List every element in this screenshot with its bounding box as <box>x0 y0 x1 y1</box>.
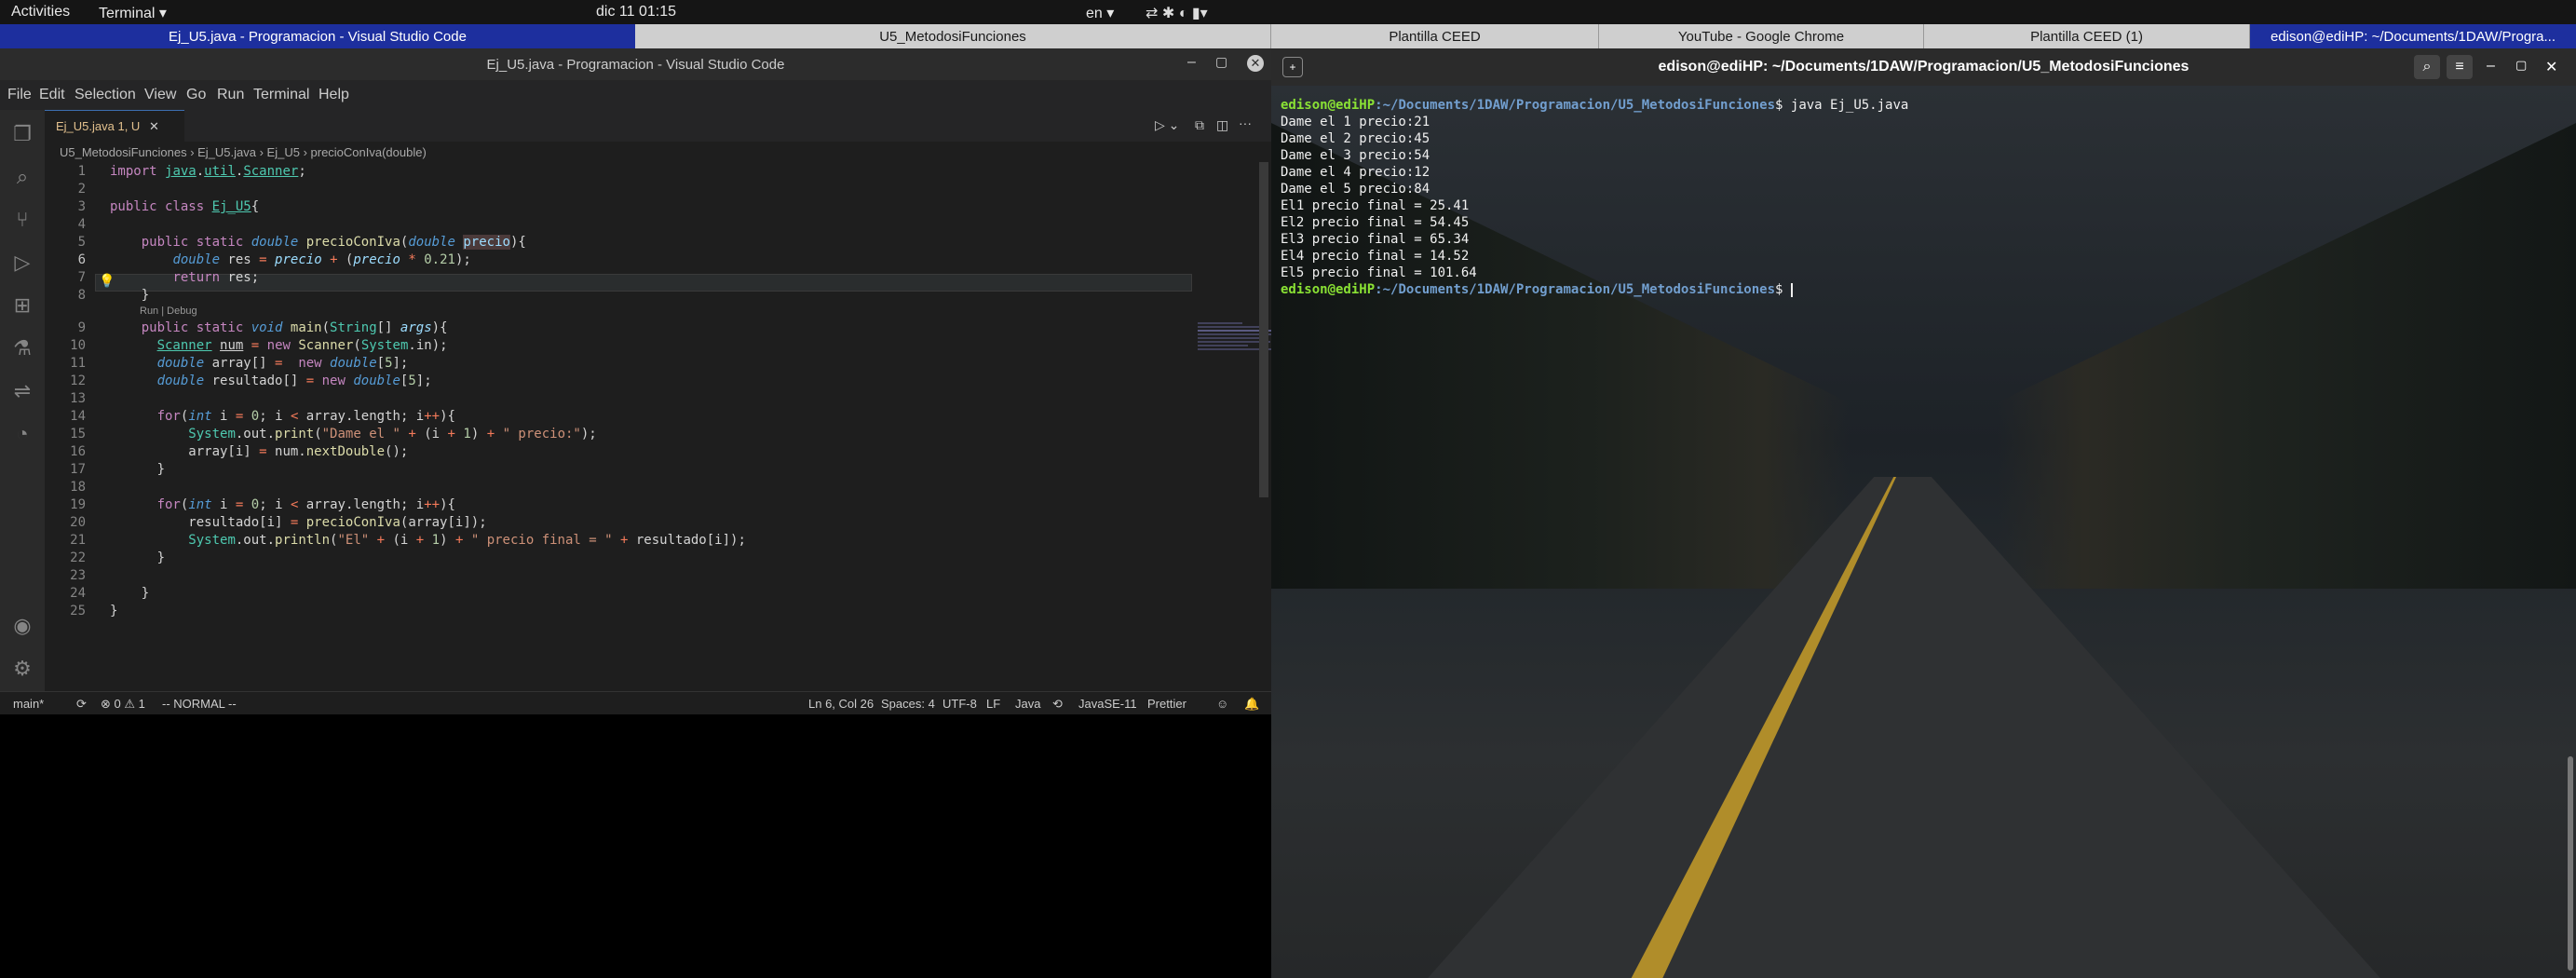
sync-icon[interactable]: ⟳ <box>76 697 87 712</box>
code-line: System.out.print("Dame el " + (i + 1) + … <box>188 427 597 441</box>
code-line: for(int i = 0; i < array.length; i++){ <box>156 409 455 424</box>
code-line: double res = precio + (precio * 0.21); <box>172 252 471 267</box>
code-line: Scanner num = new Scanner(System.in); <box>156 338 448 353</box>
encoding[interactable]: UTF-8 <box>942 697 977 711</box>
cursor <box>1790 282 1793 297</box>
language-indicator[interactable]: en ▾ <box>1086 4 1114 22</box>
code-line: resultado[i] = precioConIva(array[i]); <box>110 515 487 530</box>
window-tab-youtube[interactable]: YouTube - Google Chrome <box>1599 24 1924 48</box>
vscode-window: Ej_U5.java - Programacion - Visual Studi… <box>0 48 1287 714</box>
maximize-icon[interactable]: ▢ <box>1215 54 1227 70</box>
terminal-title: edison@ediHP: ~/Documents/1DAW/Programac… <box>1658 59 2190 75</box>
clock[interactable]: dic 11 01:15 <box>596 4 676 20</box>
terminal-scrollbar[interactable] <box>2568 756 2573 971</box>
menu-icon[interactable]: ≡ <box>2447 55 2473 79</box>
split-editor-icon[interactable]: ◫ <box>1216 117 1228 133</box>
window-tab-plantilla-1[interactable]: Plantilla CEED (1) <box>1924 24 2250 48</box>
window-tab-terminal[interactable]: edison@ediHP: ~/Documents/1DAW/Progra... <box>2250 24 2576 48</box>
activities-button[interactable]: Activities <box>11 4 70 20</box>
gnome-top-bar: Activities Terminal ▾ dic 11 01:15 en ▾ … <box>0 0 2576 24</box>
timeline-icon[interactable]: ◔ <box>9 421 35 447</box>
language-mode[interactable]: Java <box>1015 697 1040 711</box>
terminal-output[interactable]: edison@ediHP:~/Documents/1DAW/Programaci… <box>1281 97 1908 298</box>
codelens-run-debug[interactable]: Run | Debug <box>140 306 197 317</box>
tab-close-icon[interactable]: ✕ <box>149 119 159 133</box>
run-icon[interactable]: ▷ ⌄ <box>1155 117 1179 133</box>
editor-scrollbar[interactable] <box>1259 162 1268 497</box>
menu-selection[interactable]: Selection <box>75 87 136 103</box>
window-tab-folder[interactable]: U5_MetodosiFunciones <box>635 24 1271 48</box>
code-line: double array[] = new double[5]; <box>156 356 409 371</box>
code-line: import java.util.Scanner; <box>110 164 306 179</box>
code-line: } <box>110 288 150 303</box>
problems-indicator[interactable]: ⊗ 0 ⚠ 1 <box>101 697 145 712</box>
program-output: Dame el 1 precio:21 Dame el 2 precio:45 … <box>1281 115 1477 280</box>
code-line: public static double precioConIva(double… <box>141 235 526 250</box>
minimize-icon[interactable]: – <box>2487 58 2495 75</box>
code-line: public class Ej_U5{ <box>110 199 260 214</box>
close-icon[interactable]: ✕ <box>1247 55 1264 72</box>
vim-mode: -- NORMAL -- <box>162 697 237 711</box>
maximize-icon[interactable]: ▢ <box>2515 58 2527 73</box>
terminal-window: + edison@ediHP: ~/Documents/1DAW/Program… <box>1271 48 2576 978</box>
window-title: Ej_U5.java - Programacion - Visual Studi… <box>486 57 785 73</box>
java-icon[interactable]: ⟲ <box>1052 697 1063 712</box>
bell-icon[interactable]: 🔔 <box>1244 697 1259 712</box>
line-ending[interactable]: LF <box>986 697 1000 711</box>
terminal-titlebar: + edison@ediHP: ~/Documents/1DAW/Program… <box>1271 48 2576 86</box>
prettier-indicator[interactable]: Prettier <box>1147 697 1186 711</box>
diff-icon[interactable]: ⧉ <box>1195 117 1204 133</box>
window-tab-plantilla[interactable]: Plantilla CEED <box>1271 24 1599 48</box>
source-control-icon[interactable]: ⑂ <box>9 207 35 233</box>
more-actions-icon[interactable]: ··· <box>1239 115 1252 130</box>
remote-icon[interactable]: ⇌ <box>9 378 35 404</box>
run-debug-icon[interactable]: ▷ <box>9 250 35 276</box>
search-icon[interactable]: ⌕ <box>2414 55 2440 79</box>
code-line: double resultado[] = new double[5]; <box>156 374 432 388</box>
code-line: array[i] = num.nextDouble(); <box>110 444 409 459</box>
code-line: System.out.println("El" + (i + 1) + " pr… <box>188 533 746 548</box>
minimize-icon[interactable]: – <box>1187 54 1196 71</box>
breadcrumb[interactable]: U5_MetodosiFunciones › Ej_U5.java › Ej_U… <box>45 142 1271 162</box>
code-line: return res; <box>172 270 260 285</box>
explorer-icon[interactable]: ❐ <box>9 121 35 147</box>
code-line: } <box>110 604 118 618</box>
system-tray-icons[interactable]: ⇄ ✱ ◐ ▮▾ <box>1146 4 1208 22</box>
indentation[interactable]: Spaces: 4 <box>881 697 935 711</box>
java-version[interactable]: JavaSE-11 <box>1078 697 1137 711</box>
menu-view[interactable]: View <box>144 87 176 103</box>
menu-edit[interactable]: Edit <box>39 87 65 103</box>
testing-icon[interactable]: ⚗ <box>9 335 35 361</box>
activity-bar: ❐ ⌕ ⑂ ▷ ⊞ ⚗ ⇌ ◔ ◉ ⚙ <box>0 110 45 691</box>
menu-terminal[interactable]: Terminal <box>253 87 309 103</box>
editor-tabs: Ej_U5.java 1, U ✕ ▷ ⌄ ⧉ ◫ ··· <box>45 110 1271 142</box>
feedback-icon[interactable]: ☺ <box>1216 697 1228 711</box>
code-line: } <box>110 550 166 565</box>
code-line: public static void main(String[] args){ <box>141 320 448 335</box>
gear-icon[interactable]: ⚙ <box>9 656 35 682</box>
menu-help[interactable]: Help <box>319 87 349 103</box>
menu-bar: File Edit Selection View Go Run Terminal… <box>0 80 1271 110</box>
account-icon[interactable]: ◉ <box>9 613 35 639</box>
code-line: } <box>110 462 166 477</box>
code-line: for(int i = 0; i < array.length; i++){ <box>156 497 455 512</box>
menu-go[interactable]: Go <box>186 87 206 103</box>
cursor-position[interactable]: Ln 6, Col 26 <box>808 697 874 711</box>
close-icon[interactable]: ✕ <box>2545 58 2557 76</box>
status-bar: main* ⟳ ⊗ 0 ⚠ 1 -- NORMAL -- Ln 6, Col 2… <box>0 691 1271 714</box>
extensions-icon[interactable]: ⊞ <box>9 292 35 319</box>
code-editor[interactable]: 💡 1 import java.util.Scanner; 2 3 public c… <box>45 162 1287 691</box>
branch-indicator[interactable]: main* <box>13 697 44 711</box>
vscode-titlebar: Ej_U5.java - Programacion - Visual Studi… <box>0 48 1271 80</box>
app-menu[interactable]: Terminal ▾ <box>99 4 167 22</box>
current-line-highlight <box>95 274 1192 292</box>
tab-ej-u5[interactable]: Ej_U5.java 1, U ✕ <box>45 110 184 142</box>
menu-file[interactable]: File <box>7 87 32 103</box>
menu-run[interactable]: Run <box>217 87 244 103</box>
code-line: } <box>110 586 150 601</box>
window-tab-vscode[interactable]: Ej_U5.java - Programacion - Visual Studi… <box>0 24 635 48</box>
search-icon[interactable]: ⌕ <box>9 164 35 190</box>
